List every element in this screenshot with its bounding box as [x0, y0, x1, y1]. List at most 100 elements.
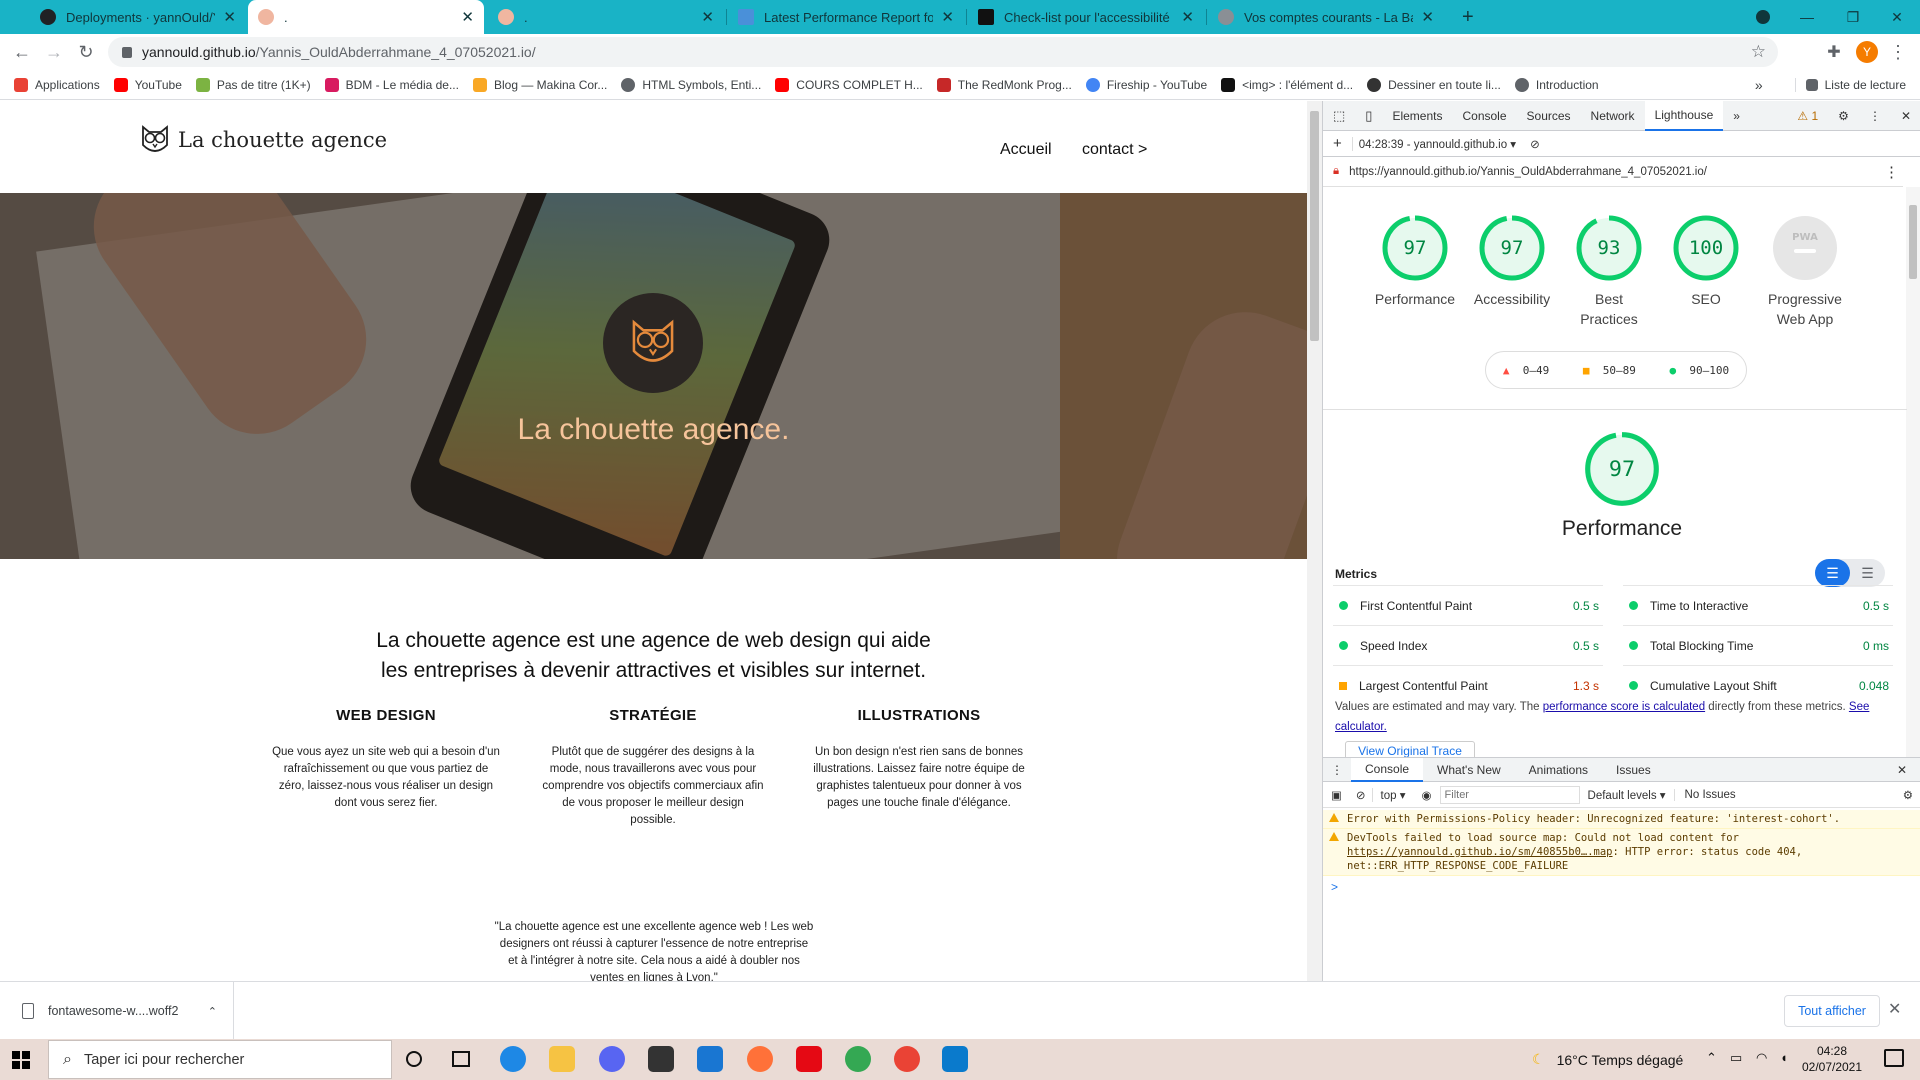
- bookmark-html-symbols[interactable]: HTML Symbols, Enti...: [621, 77, 761, 92]
- score-pwa[interactable]: PWA Progressive Web App: [1750, 213, 1860, 329]
- clear-console-icon[interactable]: ⊘: [1350, 788, 1372, 802]
- reload-icon[interactable]: ↻: [74, 40, 98, 64]
- show-hidden-icons[interactable]: ⌃: [1706, 1050, 1717, 1066]
- tab-bank[interactable]: Vos comptes courants - La Banqu ✕: [1208, 0, 1444, 34]
- battery-icon[interactable]: ▭: [1730, 1050, 1742, 1066]
- close-tab-icon[interactable]: ✕: [1421, 8, 1434, 26]
- close-tab-icon[interactable]: ✕: [223, 8, 236, 26]
- mail-icon[interactable]: [697, 1046, 723, 1072]
- minimize-icon[interactable]: —: [1784, 0, 1830, 34]
- score-best-practices[interactable]: 93 Best Practices: [1564, 213, 1654, 329]
- bookmark-cours-complet[interactable]: COURS COMPLET H...: [775, 77, 923, 92]
- report-menu-icon[interactable]: ⋮: [1884, 163, 1899, 181]
- firefox-icon[interactable]: [747, 1046, 773, 1072]
- score-calculated-link[interactable]: performance score is calculated: [1543, 701, 1705, 713]
- tab-lighthouse[interactable]: Lighthouse: [1644, 100, 1724, 131]
- nav-contact-link[interactable]: contact >: [1082, 141, 1147, 159]
- tab-checklist[interactable]: Check-list pour l'accessibilité mo ✕: [968, 0, 1204, 34]
- warning-counter[interactable]: ⚠ 1: [1787, 101, 1828, 131]
- console-filter-input[interactable]: [1439, 785, 1580, 804]
- bookmarks-overflow-icon[interactable]: »: [1755, 77, 1763, 93]
- bookmark-applications[interactable]: Applications: [14, 77, 100, 92]
- tab-performance-report[interactable]: Latest Performance Report for: ht ✕: [728, 0, 964, 34]
- file-explorer-icon[interactable]: [549, 1046, 575, 1072]
- tab-search-icon[interactable]: [1740, 0, 1786, 34]
- chrome-profile-icon[interactable]: [894, 1046, 920, 1072]
- site-logo[interactable]: La chouette agence: [140, 123, 387, 157]
- close-window-icon[interactable]: ✕: [1874, 0, 1920, 34]
- extensions-icon[interactable]: ✚: [1822, 40, 1846, 64]
- vscode-icon[interactable]: [942, 1046, 968, 1072]
- new-tab-button[interactable]: +: [1452, 0, 1486, 34]
- console-settings-icon[interactable]: ⚙: [1895, 788, 1920, 802]
- inspect-element-icon[interactable]: ⬚: [1323, 101, 1355, 131]
- drawer-close-icon[interactable]: ✕: [1883, 758, 1920, 782]
- edge-icon[interactable]: [500, 1046, 526, 1072]
- notification-center-icon[interactable]: [1884, 1049, 1904, 1067]
- drawer-tab-issues[interactable]: Issues: [1602, 758, 1665, 782]
- devtools-settings-icon[interactable]: ⚙: [1828, 101, 1859, 131]
- close-download-bar-icon[interactable]: ✕: [1888, 999, 1901, 1019]
- windows-start-icon[interactable]: [12, 1051, 30, 1069]
- bookmark-bdm[interactable]: BDM - Le média de...: [324, 77, 459, 92]
- tab-current[interactable]: . ✕: [248, 0, 484, 34]
- store-icon[interactable]: [648, 1046, 674, 1072]
- compact-view-icon[interactable]: ☰: [1815, 559, 1850, 587]
- drawer-tab-animations[interactable]: Animations: [1515, 758, 1602, 782]
- tab-site-copy[interactable]: . ✕: [488, 0, 724, 34]
- bookmark-img-element[interactable]: <img> : l'élément d...: [1221, 77, 1353, 92]
- address-bar[interactable]: yannould.github.io/Yannis_OuldAbderrahma…: [108, 37, 1778, 67]
- cortana-icon[interactable]: [406, 1051, 422, 1067]
- page-scrollbar[interactable]: [1307, 101, 1322, 981]
- discord-icon[interactable]: [599, 1046, 625, 1072]
- report-selector[interactable]: 04:28:39 - yannould.github.io ▾: [1351, 136, 1522, 151]
- issues-button[interactable]: No Issues: [1673, 788, 1746, 801]
- bookmark-youtube[interactable]: YouTube: [113, 77, 182, 92]
- bookmark-dessiner[interactable]: Dessiner en toute li...: [1367, 77, 1501, 92]
- live-expression-eye-icon[interactable]: ◉: [1413, 788, 1439, 802]
- tab-elements[interactable]: Elements: [1382, 101, 1452, 131]
- clock[interactable]: 04:28 02/07/2021: [1800, 1043, 1864, 1075]
- download-item[interactable]: fontawesome-w....woff2 ⌃: [0, 982, 234, 1040]
- clear-reports-icon[interactable]: ⊘: [1522, 137, 1548, 151]
- tab-sources[interactable]: Sources: [1517, 101, 1581, 131]
- forward-icon[interactable]: →: [42, 40, 66, 64]
- device-toolbar-icon[interactable]: ▯: [1355, 101, 1382, 131]
- tab-deployments[interactable]: Deployments · yannOuld/Yannis_ ✕: [30, 0, 246, 34]
- close-tab-icon[interactable]: ✕: [1181, 8, 1194, 26]
- bookmark-redmonk[interactable]: The RedMonk Prog...: [936, 77, 1072, 92]
- taskbar-search-box[interactable]: ⌕ Taper ici pour rechercher: [48, 1040, 392, 1079]
- back-icon[interactable]: ←: [10, 40, 34, 64]
- drawer-tab-whats-new[interactable]: What's New: [1423, 758, 1515, 782]
- metrics-view-toggle[interactable]: ☰ ☰: [1815, 559, 1885, 587]
- wifi-icon[interactable]: ◠: [1756, 1050, 1767, 1066]
- more-tabs-icon[interactable]: »: [1723, 101, 1750, 131]
- nav-accueil-link[interactable]: Accueil: [1000, 141, 1052, 159]
- score-accessibility[interactable]: 97 Accessibility: [1467, 213, 1557, 309]
- context-selector[interactable]: top ▾: [1371, 787, 1414, 802]
- browser-menu-icon[interactable]: ⋮: [1886, 40, 1910, 64]
- profile-avatar[interactable]: Y: [1856, 41, 1878, 63]
- restore-icon[interactable]: ❐: [1830, 0, 1876, 34]
- bookmark-makina[interactable]: Blog — Makina Cor...: [472, 77, 607, 92]
- devtools-scrollbar-thumb[interactable]: [1909, 205, 1917, 279]
- netflix-icon[interactable]: [796, 1046, 822, 1072]
- score-seo[interactable]: 100 SEO: [1661, 213, 1751, 309]
- new-report-icon[interactable]: +: [1323, 135, 1352, 152]
- report-url[interactable]: https://yannould.github.io/Yannis_OuldAb…: [1349, 166, 1707, 178]
- bookmark-fireship[interactable]: Fireship - YouTube: [1085, 77, 1207, 92]
- close-tab-icon[interactable]: ✕: [461, 8, 474, 26]
- volume-icon[interactable]: ◖: [1780, 1050, 1788, 1065]
- close-tab-icon[interactable]: ✕: [701, 8, 714, 26]
- chrome-icon[interactable]: [845, 1046, 871, 1072]
- bookmark-pas-de-titre[interactable]: Pas de titre (1K+): [195, 77, 311, 92]
- drawer-tab-console[interactable]: Console: [1351, 757, 1424, 782]
- tab-console[interactable]: Console: [1452, 101, 1516, 131]
- score-performance[interactable]: 97 Performance: [1370, 213, 1460, 309]
- page-scrollbar-thumb[interactable]: [1310, 111, 1319, 341]
- reading-list-button[interactable]: Liste de lecture: [1794, 77, 1906, 92]
- weather-widget[interactable]: ☾ 16°C Temps dégagé: [1532, 1051, 1683, 1068]
- close-tab-icon[interactable]: ✕: [941, 8, 954, 26]
- log-levels-dropdown[interactable]: Default levels ▾: [1580, 788, 1674, 802]
- chevron-up-icon[interactable]: ⌃: [208, 1005, 217, 1018]
